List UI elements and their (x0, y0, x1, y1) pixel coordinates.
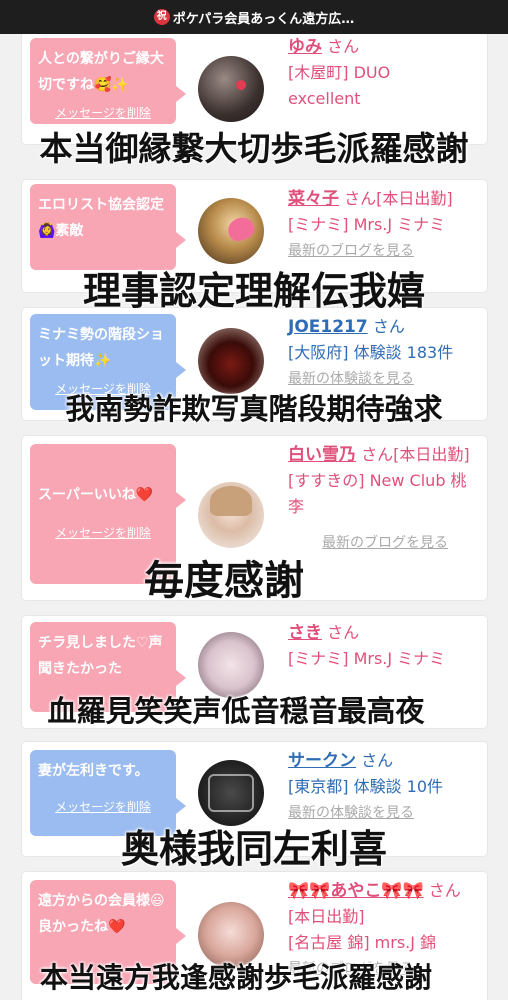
shop-name: excellent (288, 89, 361, 108)
screen: 祝 ポケパラ会員あっくん遠方広… 人との繋がりご縁大切ですね🥰✨ メッセージを削… (0, 0, 508, 1000)
honorific: さん[本日出勤] (344, 189, 453, 208)
honorific: さん (361, 751, 394, 770)
avatar[interactable] (198, 482, 264, 548)
honorific: さん (327, 623, 360, 642)
shop-location: [木屋町] DUO (288, 63, 391, 82)
overlay-caption: 本当御縁繋大切歩毛派羅感謝 (39, 129, 469, 168)
profile-info: ゆみ さん [木屋町] DUO excellent (288, 34, 478, 112)
overlay-caption: 血羅見笑笑声低音穏音最高夜 (47, 694, 425, 728)
page-title: ポケパラ会員あっくん遠方広… (172, 11, 355, 27)
avatar[interactable] (198, 198, 264, 264)
shop-location: [ミナミ] Mrs.J ミナミ (288, 649, 446, 668)
top-bar: 祝 ポケパラ会員あっくん遠方広… (0, 0, 508, 34)
celebration-badge-icon: 祝 (153, 9, 170, 25)
message-text: 妻が左利きです。 (38, 763, 149, 779)
message-bubble: 人との繋がりご縁大切ですね🥰✨ メッセージを削除 (30, 38, 186, 124)
profile-info: 白い雪乃 さん[本日出勤] [すすきの] New Club 桃李 最新のブログを… (288, 442, 478, 556)
message-text: 人との繋がりご縁大切ですね🥰✨ (38, 51, 164, 93)
avatar[interactable] (198, 760, 264, 826)
profile-name-link[interactable]: サークン (288, 751, 356, 771)
profile-name-link[interactable]: さき (288, 623, 322, 643)
message-text: ミナミ勢の階段ショット期待✨ (38, 327, 164, 369)
profile-name-link[interactable]: 🎀🎀あやこ🎀🎀 (288, 881, 424, 901)
message-text: 遠方からの会員様😃良かったね❤️ (38, 893, 165, 935)
profile-name-link[interactable]: 菜々子 (288, 189, 339, 209)
profile-info: 菜々子 さん[本日出勤] [ミナミ] Mrs.J ミナミ 最新のブログを見る (288, 186, 478, 264)
avatar[interactable] (198, 56, 264, 122)
message-text: チラ見しました♡声聞きたかった (38, 635, 163, 677)
profile-name-link[interactable]: ゆみ (288, 37, 322, 57)
delete-message-link[interactable]: メッセージを削除 (38, 520, 168, 546)
shop-location: [名古屋 錦] mrs.J 錦 (288, 933, 437, 952)
avatar[interactable] (198, 328, 264, 394)
honorific: さん[本日出勤] (361, 445, 470, 464)
message-text: エロリスト協会認定🙆‍♀️素敵 (38, 197, 164, 239)
profile-name-link[interactable]: JOE1217 (288, 317, 368, 337)
profile-info: サークン さん [東京都] 体験談 10件 最新の体験談を見る (288, 748, 478, 826)
reviewer-stats: [大阪府] 体験談 183件 (288, 343, 454, 362)
message-bubble: エロリスト協会認定🙆‍♀️素敵 (30, 184, 186, 270)
overlay-caption: 本当遠方我逢感謝歩毛派羅感謝 (39, 961, 432, 994)
overlay-caption: 毎度感謝 (144, 558, 304, 604)
delete-message-link[interactable]: メッセージを削除 (38, 794, 168, 820)
honorific: さん (327, 37, 360, 56)
profile-name-link[interactable]: 白い雪乃 (288, 445, 356, 465)
message-text: スーパーいいね❤️ (38, 487, 154, 503)
profile-info: JOE1217 さん [大阪府] 体験談 183件 最新の体験談を見る (288, 314, 478, 392)
profile-info: さき さん [ミナミ] Mrs.J ミナミ (288, 620, 478, 672)
shop-location: [すすきの] New Club 桃李 (288, 471, 467, 516)
reviewer-stats: [東京都] 体験談 10件 (288, 777, 444, 796)
honorific: さん (372, 317, 405, 336)
overlay-caption: 我南勢詐欺写真階段期待強求 (65, 392, 443, 426)
overlay-caption: 理事認定理解伝我嬉 (82, 269, 425, 313)
shop-location: [ミナミ] Mrs.J ミナミ (288, 215, 446, 234)
overlay-caption: 奥様我同左利喜 (120, 827, 387, 871)
